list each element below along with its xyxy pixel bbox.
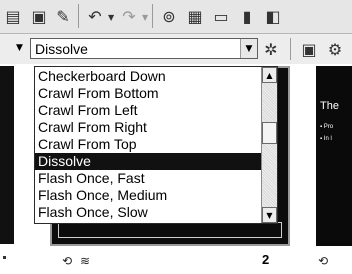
copy-format-icon[interactable]: ▣ — [28, 5, 50, 27]
slide-thumbnail-inner-border — [58, 222, 282, 238]
undo-icon[interactable]: ↶ — [84, 5, 106, 27]
dropdown-scrollbar[interactable]: ▲ ▼ — [261, 67, 277, 223]
slide-show-icon[interactable]: ▣ — [298, 38, 320, 60]
redo-icon[interactable]: ↷ — [118, 5, 140, 27]
insert-chart-icon[interactable]: ▮ — [236, 5, 258, 27]
paste-icon[interactable]: ▤ — [2, 5, 24, 27]
list-item[interactable]: Flash Once, Medium — [35, 187, 261, 204]
slide-thumbnail-1[interactable] — [0, 66, 14, 244]
slide-title-text: The — [320, 100, 339, 112]
list-item[interactable]: Checkerboard Down — [35, 68, 261, 85]
hyperlink-icon[interactable]: ⊚ — [158, 5, 180, 27]
standard-toolbar: ▤ ▣ ✎ ↶ ▼ ↷ ▼ ⊚ ▦ ▭ ▮ ◧ — [0, 0, 352, 34]
scrollbar-thumb[interactable] — [262, 122, 277, 144]
transition-dropdown-list[interactable]: Checkerboard Down Crawl From Bottom Craw… — [34, 66, 278, 224]
list-item-selected[interactable]: Dissolve — [35, 153, 261, 170]
toolbar-separator — [152, 4, 153, 28]
slide-bullet: ▪ Pro — [320, 124, 334, 130]
combo-dropdown-button[interactable]: ▼ — [240, 39, 257, 58]
transition-icon: ⟲ — [318, 254, 329, 268]
toolbar-separator — [78, 4, 79, 28]
slide-transition-combo[interactable]: Dissolve ▼ — [30, 38, 258, 59]
animation-effects-icon[interactable]: ✲ — [260, 38, 282, 60]
animation-icon: ≋ — [80, 254, 91, 268]
format-painter-icon[interactable]: ✎ — [52, 5, 74, 27]
list-item[interactable]: Crawl From Right — [35, 119, 261, 136]
scroll-up-arrow-icon[interactable]: ▲ — [262, 67, 277, 83]
redo-dropdown-arrow[interactable]: ▼ — [142, 13, 148, 22]
scroll-down-arrow-icon[interactable]: ▼ — [262, 207, 277, 223]
list-item[interactable]: Crawl From Bottom — [35, 85, 261, 102]
toolbar-separator — [290, 38, 291, 60]
slide-thumbnail-3[interactable]: The ▪ Pro ▪ In l — [316, 66, 352, 246]
slide-bullet: ▪ In l — [320, 136, 332, 142]
list-item[interactable]: Flash Once, Fast — [35, 170, 261, 187]
undo-dropdown-arrow[interactable]: ▼ — [108, 13, 114, 22]
tables-borders-icon[interactable]: ▦ — [184, 5, 206, 27]
insert-table-icon[interactable]: ▭ — [210, 5, 232, 27]
transition-icon: ⟲ — [62, 254, 73, 268]
list-item[interactable]: Flash Once, Slow — [35, 204, 261, 221]
slide-transition-value: Dissolve — [35, 41, 88, 57]
bullet-dot — [3, 256, 6, 259]
new-slide-icon[interactable]: ◧ — [262, 5, 284, 27]
toolbar-options-arrow[interactable]: ▼ — [16, 43, 23, 53]
custom-animation-icon[interactable]: ⚙ — [324, 38, 346, 60]
list-item[interactable]: Crawl From Top — [35, 136, 261, 153]
slide-number: 2 — [262, 252, 270, 267]
list-item[interactable]: Crawl From Left — [35, 102, 261, 119]
